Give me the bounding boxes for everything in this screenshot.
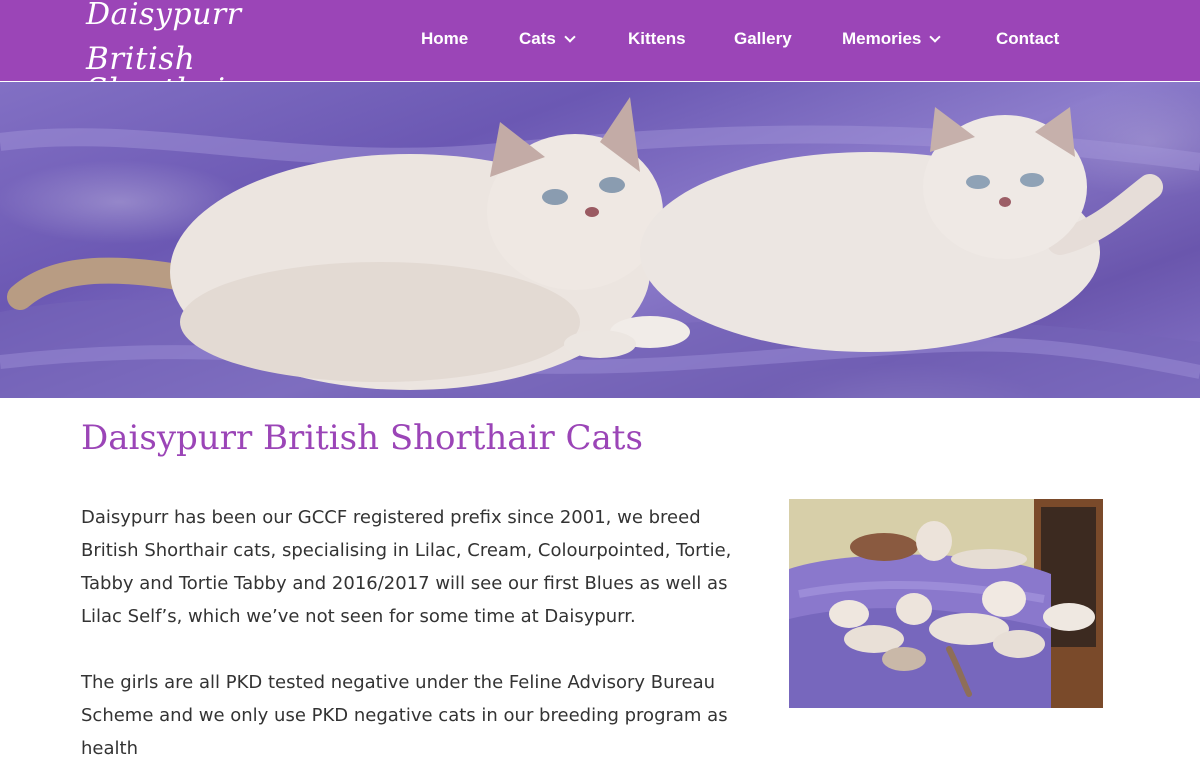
nav-item-memories[interactable]: Memories: [842, 29, 942, 51]
chevron-down-icon: [929, 31, 942, 43]
nav-label: Home: [421, 29, 469, 48]
page-title: Daisypurr British Shorthair Cats: [81, 418, 643, 458]
intro-paragraph: Daisypurr has been our GCCF registered p…: [81, 507, 732, 627]
kittens-on-sofa-illustration: [789, 499, 1103, 708]
nav-label: Memories: [842, 29, 922, 48]
nav-label: Gallery: [734, 29, 792, 48]
nav-label: Kittens: [628, 29, 686, 48]
hero-image: [0, 82, 1200, 398]
nav-item-cats[interactable]: Cats: [519, 29, 576, 51]
main-nav: Home Cats Kittens Gallery Memories Conta…: [0, 0, 1200, 80]
health-paragraph: The girls are all PKD tested negative un…: [81, 672, 728, 759]
nav-label: Cats: [519, 29, 556, 48]
nav-item-gallery[interactable]: Gallery: [734, 29, 792, 51]
kittens-photo: [789, 499, 1103, 708]
site-header: Daisypurr British Shorthair Home Cats Ki…: [0, 0, 1200, 106]
nav-label: Contact: [996, 29, 1060, 48]
nav-item-kittens[interactable]: Kittens: [628, 29, 686, 51]
chevron-down-icon: [564, 31, 576, 43]
nav-item-home[interactable]: Home: [421, 29, 468, 51]
nav-item-contact[interactable]: Contact: [996, 29, 1059, 51]
hero-cats-illustration: [0, 97, 1200, 398]
